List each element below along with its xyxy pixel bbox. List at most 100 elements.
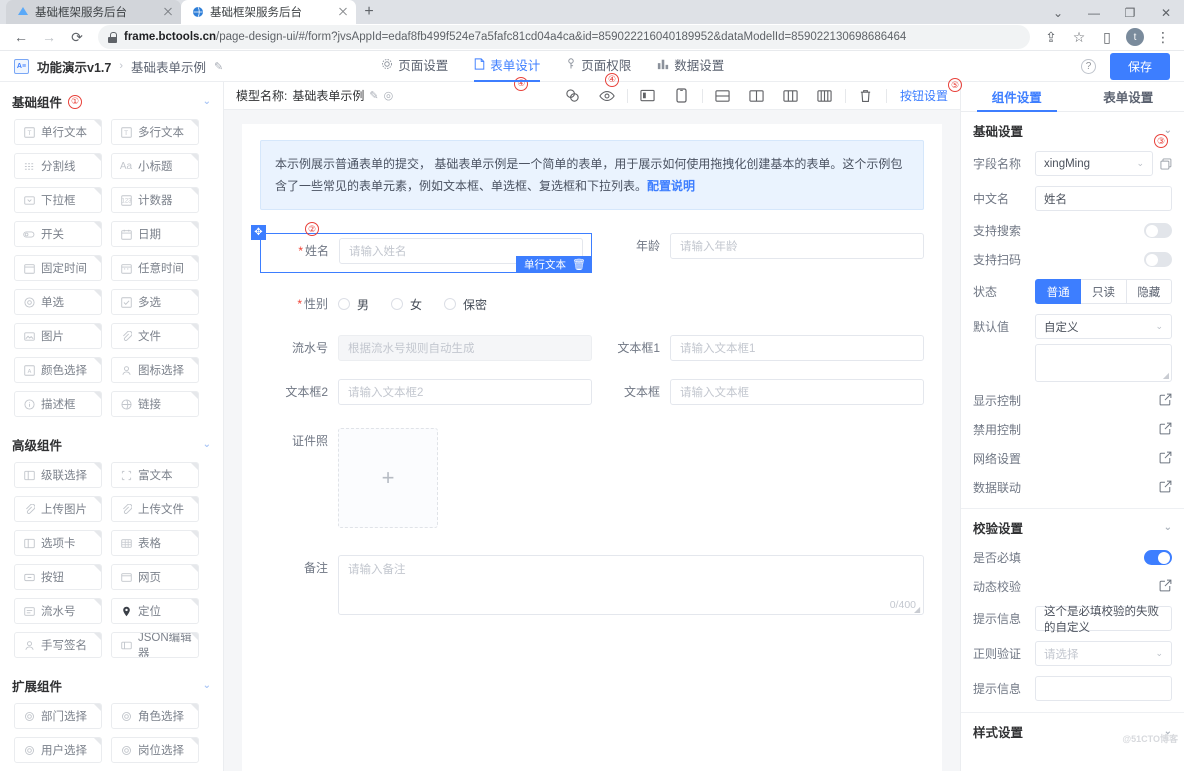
edit-square-icon[interactable]	[1159, 579, 1172, 595]
resize-grip-icon[interactable]: ◢	[914, 605, 922, 613]
remark-textarea[interactable]: 请输入备注 0/400 ◢	[338, 555, 924, 615]
property-show-control[interactable]: 显示控制	[961, 386, 1184, 415]
textbox-input[interactable]: 请输入文本框	[670, 379, 924, 405]
edit-pencil-icon[interactable]: ✎	[369, 89, 378, 102]
gear-icon[interactable]: ◎	[384, 89, 394, 102]
tab-form-design[interactable]: 表单设计 ④	[474, 51, 540, 82]
chevron-down-icon[interactable]: ⌄	[203, 680, 211, 691]
component-divider[interactable]: 分割线	[14, 153, 102, 179]
status-option-hidden[interactable]: 隐藏	[1127, 279, 1172, 304]
component-multi-line-text[interactable]: T多行文本	[111, 119, 199, 145]
component-description[interactable]: 描述框	[14, 391, 102, 417]
selected-field-wrapper[interactable]: ✥ ② 姓名 请输入姓名	[260, 233, 592, 273]
tip-message-input[interactable]: 这个是必填校验的失败的自定义	[1035, 606, 1172, 631]
component-link[interactable]: 链接	[111, 391, 199, 417]
component-json-editor[interactable]: JSON编辑器	[111, 632, 199, 658]
maximize-icon[interactable]: ❐	[1112, 0, 1148, 26]
radio-option-male[interactable]: 男	[338, 296, 369, 313]
gender-radio-group[interactable]: 男 女 保密	[338, 291, 592, 317]
support-search-toggle[interactable]	[1144, 223, 1172, 238]
component-file[interactable]: 文件	[111, 323, 199, 349]
default-value-textarea[interactable]: ◢	[1035, 344, 1172, 382]
delete-icon[interactable]: 🗑	[572, 258, 586, 271]
component-counter[interactable]: 123计数器	[111, 187, 199, 213]
banner-config-link[interactable]: 配置说明	[647, 179, 695, 193]
edit-square-icon[interactable]	[1159, 451, 1172, 467]
textbox2-input[interactable]: 请输入文本框2	[338, 379, 592, 405]
edit-square-icon[interactable]	[1159, 422, 1172, 438]
two-column-icon[interactable]	[740, 82, 774, 110]
drag-handle-icon[interactable]: ✥	[251, 225, 266, 240]
sidebar-group-basic-header[interactable]: 基础组件 ① ⌄	[0, 82, 223, 119]
property-dynamic-validate[interactable]: 动态校验	[961, 572, 1184, 601]
relation-icon[interactable]	[556, 82, 590, 110]
browser-menu-icon[interactable]: ⋮	[1150, 24, 1176, 50]
pc-layout-icon[interactable]	[631, 82, 665, 110]
radio-option-secret[interactable]: 保密	[444, 296, 487, 313]
chevron-down-icon[interactable]: ⌄	[203, 96, 211, 107]
cn-name-input[interactable]: 姓名	[1035, 186, 1172, 211]
tip-message-2-input[interactable]	[1035, 676, 1172, 701]
edit-square-icon[interactable]	[1159, 393, 1172, 409]
component-icon-picker[interactable]: 图标选择	[111, 357, 199, 383]
form-field-idphoto[interactable]: 证件照 +	[260, 414, 924, 537]
three-column-icon[interactable]	[774, 82, 808, 110]
age-input[interactable]: 请输入年龄	[670, 233, 924, 259]
property-network-settings[interactable]: 网络设置	[961, 444, 1184, 473]
photo-upload-box[interactable]: +	[338, 428, 438, 528]
status-option-normal[interactable]: 普通	[1035, 279, 1081, 304]
component-table[interactable]: 表格	[111, 530, 199, 556]
tab-page-permission[interactable]: 页面权限	[566, 51, 631, 82]
status-option-readonly[interactable]: 只读	[1081, 279, 1126, 304]
component-rich-text[interactable]: 富文本	[111, 462, 199, 488]
component-upload-file[interactable]: 上传文件	[111, 496, 199, 522]
component-webpage[interactable]: 网页	[111, 564, 199, 590]
form-field-gender[interactable]: 性别 男 女 保密	[260, 282, 592, 326]
component-signature[interactable]: 手写签名	[14, 632, 102, 658]
form-field-textbox1[interactable]: 文本框1 请输入文本框1	[592, 326, 924, 370]
component-radio[interactable]: 单选	[14, 289, 102, 315]
close-icon[interactable]	[336, 5, 350, 19]
component-any-time[interactable]: 任意时间	[111, 255, 199, 281]
one-column-icon[interactable]	[706, 82, 740, 110]
component-post-select[interactable]: 岗位选择	[111, 737, 199, 763]
form-field-age[interactable]: 年龄 请输入年龄	[592, 224, 924, 282]
chevron-down-icon[interactable]: ⌄	[1164, 522, 1172, 533]
delete-icon[interactable]	[849, 82, 883, 110]
profile-avatar[interactable]: t	[1122, 24, 1148, 50]
component-location[interactable]: 定位	[111, 598, 199, 624]
form-field-remark[interactable]: 备注 请输入备注 0/400 ◢	[260, 537, 924, 624]
component-sub-heading[interactable]: Aa小标题	[111, 153, 199, 179]
regex-select[interactable]: 请选择⌄	[1035, 641, 1172, 666]
resize-grip-icon[interactable]: ◢	[1163, 371, 1169, 380]
selected-field-badge[interactable]: 单行文本 🗑	[516, 256, 592, 273]
support-scan-toggle[interactable]	[1144, 252, 1172, 267]
section-validate-settings[interactable]: 校验设置 ⌄	[961, 509, 1184, 543]
component-color-picker[interactable]: A颜色选择	[14, 357, 102, 383]
canvas-scroll[interactable]: 本示例展示普通表单的提交， 基础表单示例是一个简单的表单，用于展示如何使用拖拽化…	[224, 110, 960, 771]
component-single-line-text[interactable]: T单行文本	[14, 119, 102, 145]
textbox1-input[interactable]: 请输入文本框1	[670, 335, 924, 361]
radio-option-female[interactable]: 女	[391, 296, 422, 313]
component-tabs[interactable]: 选项卡	[14, 530, 102, 556]
address-bar[interactable]: frame.bctools.cn/page-design-ui/#/form?j…	[98, 25, 1030, 49]
browser-tab-1[interactable]: 基础框架服务后台	[6, 0, 181, 24]
component-upload-image[interactable]: 上传图片	[14, 496, 102, 522]
new-tab-button[interactable]: +	[356, 0, 382, 24]
tab-form-settings[interactable]: 表单设置	[1073, 82, 1184, 111]
four-column-icon[interactable]	[808, 82, 842, 110]
component-user-select[interactable]: 用户选择	[14, 737, 102, 763]
default-value-select[interactable]: 自定义⌄	[1035, 314, 1172, 339]
property-disable-control[interactable]: 禁用控制	[961, 415, 1184, 444]
property-data-linkage[interactable]: 数据联动	[961, 473, 1184, 502]
component-button[interactable]: 按钮	[14, 564, 102, 590]
edit-pencil-icon[interactable]: ✎	[214, 60, 223, 73]
close-icon[interactable]	[161, 5, 175, 19]
edit-square-icon[interactable]	[1159, 480, 1172, 496]
required-toggle[interactable]	[1144, 550, 1172, 565]
share-icon[interactable]: ⇪	[1038, 24, 1064, 50]
component-dropdown[interactable]: 下拉框	[14, 187, 102, 213]
tab-component-settings[interactable]: 组件设置	[961, 82, 1073, 111]
sidebar-group-advanced-header[interactable]: 高级组件 ⌄	[0, 425, 223, 462]
minimize-icon[interactable]: —	[1076, 0, 1112, 26]
